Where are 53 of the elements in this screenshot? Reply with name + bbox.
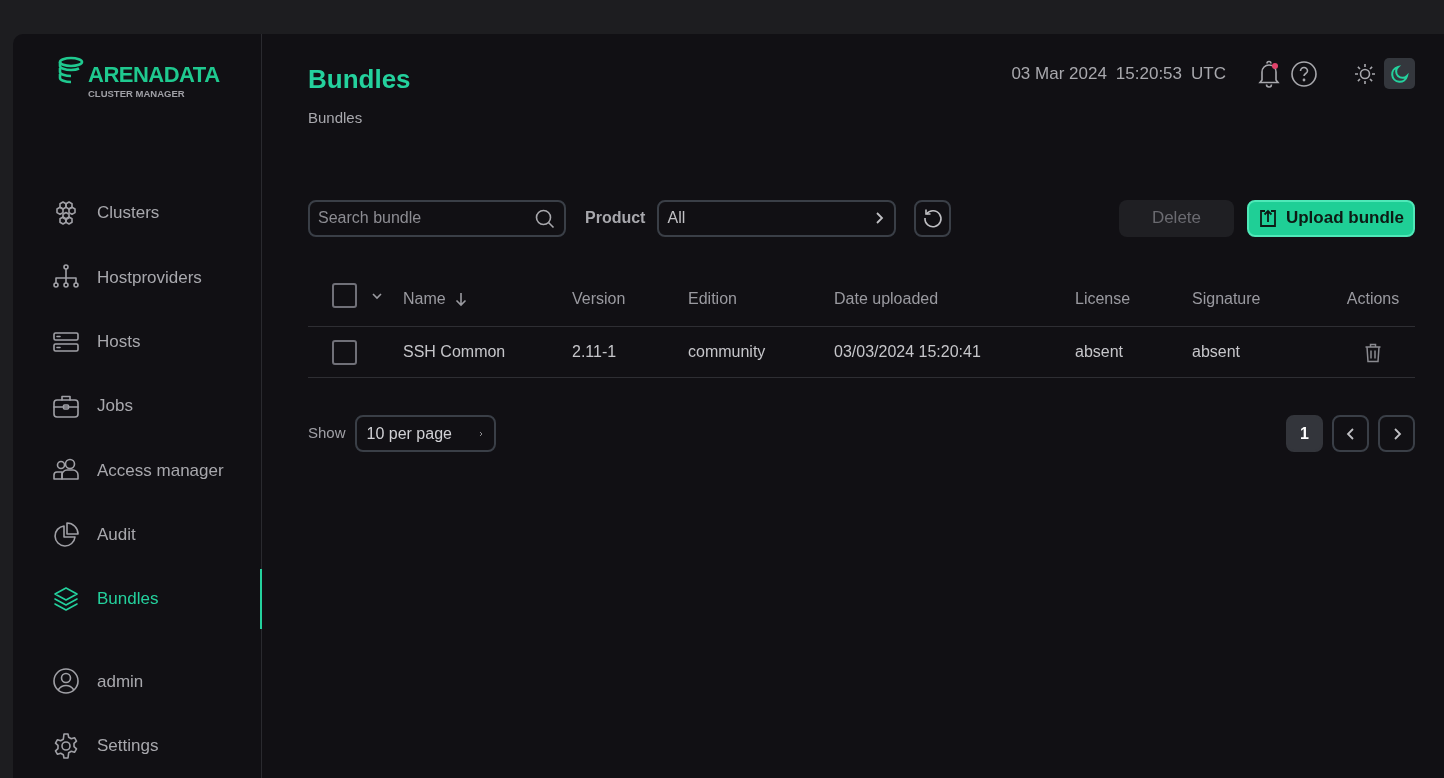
date-text: 03 Mar 2024 [1011,62,1107,85]
select-all-checkbox[interactable] [332,283,357,309]
page-title: Bundles [308,64,411,96]
trash-icon [1364,343,1382,364]
search-icon [534,207,556,230]
time-text: 15:20:53 [1115,62,1183,85]
table-cell: absent [1075,343,1124,361]
column-header[interactable]: Edition [688,287,737,312]
sidebar-item[interactable]: Hostproviders [13,245,261,310]
column-header[interactable]: License [1075,287,1131,312]
table-cell: SSH Common [403,343,506,361]
per-page-select[interactable]: 10 per page [354,415,496,453]
search-field[interactable]: Search bundle [308,199,566,237]
sidebar-item[interactable]: Bundles [13,566,261,632]
moon-icon [1389,63,1410,84]
sidebar-item[interactable]: Settings [13,713,261,778]
help-button[interactable] [1288,58,1319,89]
table-cell: 2.11-1 [572,343,617,361]
table-cell: 03/03/2024 15:20:41 [834,343,981,361]
reset-icon [921,207,944,230]
sidebar-item[interactable]: Access manager [13,438,261,503]
reset-button[interactable] [914,199,952,237]
row-checkbox[interactable] [332,339,357,365]
breadcrumb[interactable]: Bundles [308,107,411,130]
previous-page-button[interactable] [1332,415,1369,453]
sidebar-item[interactable]: Clusters [13,180,261,246]
timezone-text: UTC [1191,62,1226,85]
product-select[interactable]: All [657,199,897,237]
column-header[interactable]: Version [572,287,626,312]
logo-title: ARENADATA [88,64,220,86]
column-header[interactable]: Date uploaded [834,287,939,312]
help-icon [1289,59,1318,88]
column-header[interactable]: Signature [1192,287,1261,312]
sun-icon [1353,62,1376,85]
show-label: Show [308,423,346,444]
sidebar-item[interactable]: Hosts [13,309,261,374]
user-icon [51,666,81,697]
sidebar-item[interactable]: Audit [13,502,261,567]
logo-subtitle: CLUSTER MANAGER [88,87,186,101]
sidebar-item[interactable]: Jobs [13,373,261,439]
sidebar-item[interactable]: admin [13,649,261,714]
table-cell: community [688,343,766,361]
page-button[interactable]: 1 [1286,415,1323,453]
upload-icon [1257,208,1278,229]
table-cell: absent [1192,343,1241,361]
column-header[interactable]: Actions [1346,287,1400,312]
upload-button[interactable]: Upload bundle [1246,199,1415,237]
product-label: Product [585,208,646,229]
logo-icon [58,56,86,86]
pie-chart-icon [51,519,81,550]
column-header[interactable]: Name [403,287,468,312]
theme-toggle[interactable] [1384,58,1415,89]
next-page-button[interactable] [1378,415,1415,453]
